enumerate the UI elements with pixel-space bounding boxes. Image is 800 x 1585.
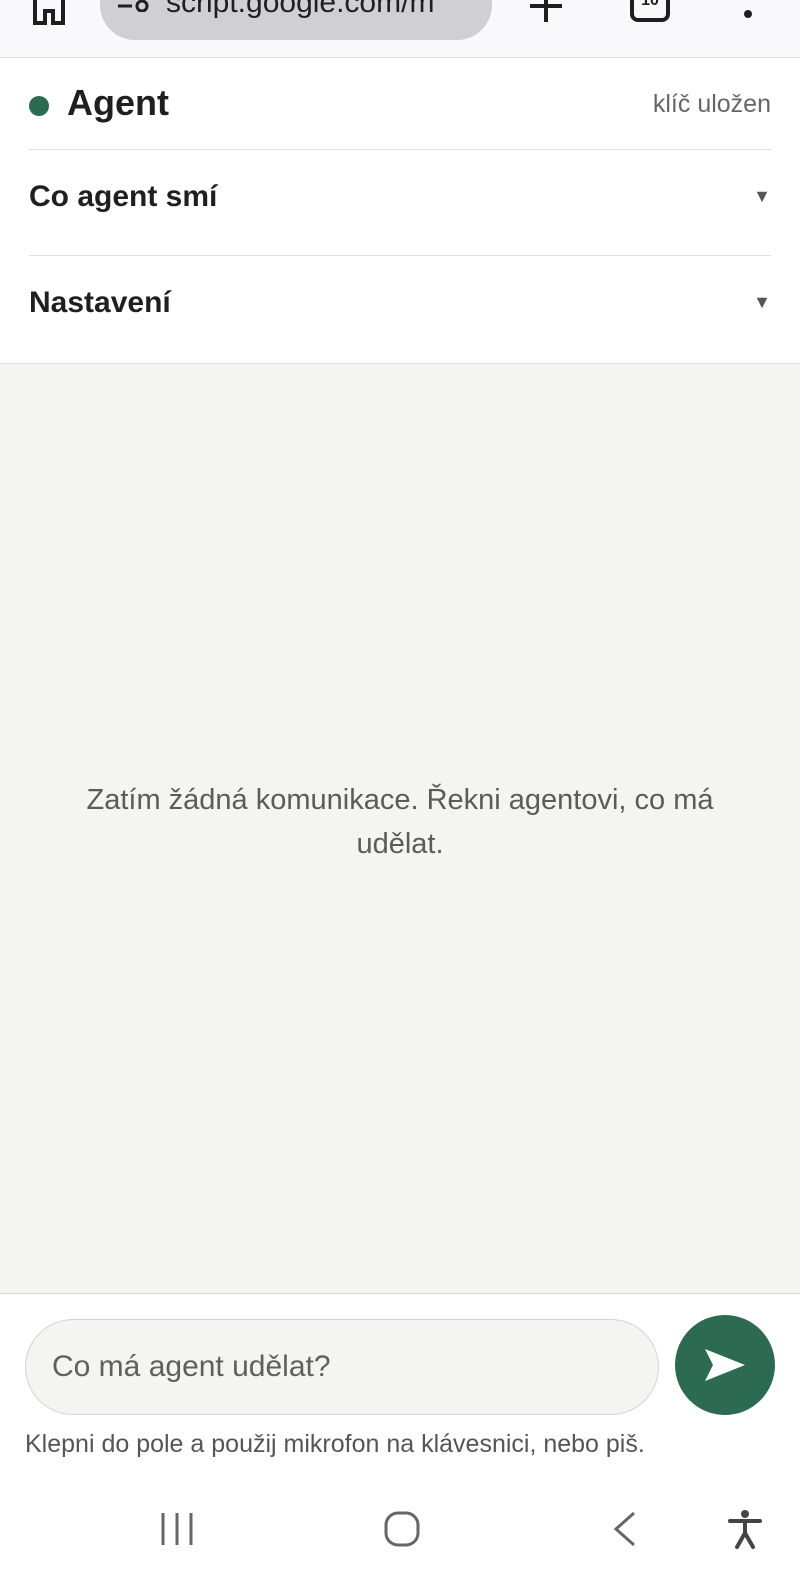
browser-home-icon[interactable] xyxy=(28,0,70,30)
back-icon[interactable] xyxy=(600,1504,650,1554)
site-settings-icon[interactable] xyxy=(118,0,150,12)
message-input[interactable] xyxy=(25,1319,659,1415)
page-title: Agent xyxy=(67,82,169,123)
system-nav-bar xyxy=(0,1474,800,1585)
composer: Klepni do pole a použij mikrofon na kláv… xyxy=(0,1294,800,1474)
browser-toolbar: script.google.com/m 10 xyxy=(0,0,800,58)
title-row: Agent klíč uložen xyxy=(29,58,771,150)
app-header: Agent klíč uložen Co agent smí ▼ Nastave… xyxy=(0,58,800,364)
home-icon[interactable] xyxy=(377,1504,427,1554)
status-dot xyxy=(29,96,49,116)
address-bar[interactable]: script.google.com/m xyxy=(100,0,492,40)
chevron-down-icon: ▼ xyxy=(753,186,771,206)
section-settings[interactable]: Nastavení ▼ xyxy=(29,256,771,362)
tab-switcher-button[interactable]: 10 xyxy=(630,0,670,22)
accessibility-icon[interactable] xyxy=(720,1504,770,1554)
section-permissions[interactable]: Co agent smí ▼ xyxy=(29,150,771,256)
recent-apps-icon[interactable] xyxy=(152,1504,202,1554)
input-hint: Klepni do pole a použij mikrofon na kláv… xyxy=(25,1430,645,1458)
new-tab-icon[interactable] xyxy=(528,0,564,24)
chevron-down-icon: ▼ xyxy=(753,292,771,312)
more-menu-icon[interactable] xyxy=(738,0,758,20)
key-status: klíč uložen xyxy=(652,90,771,118)
empty-state-message: Zatím žádná komunikace. Řekni agentovi, … xyxy=(86,784,714,860)
chat-log[interactable]: Zatím žádná komunikace. Řekni agentovi, … xyxy=(0,364,800,1294)
section-label: Co agent smí xyxy=(29,180,218,213)
section-label: Nastavení xyxy=(29,286,171,319)
url-text: script.google.com/m xyxy=(166,0,435,19)
send-button[interactable] xyxy=(675,1315,775,1415)
send-icon xyxy=(705,1349,745,1381)
